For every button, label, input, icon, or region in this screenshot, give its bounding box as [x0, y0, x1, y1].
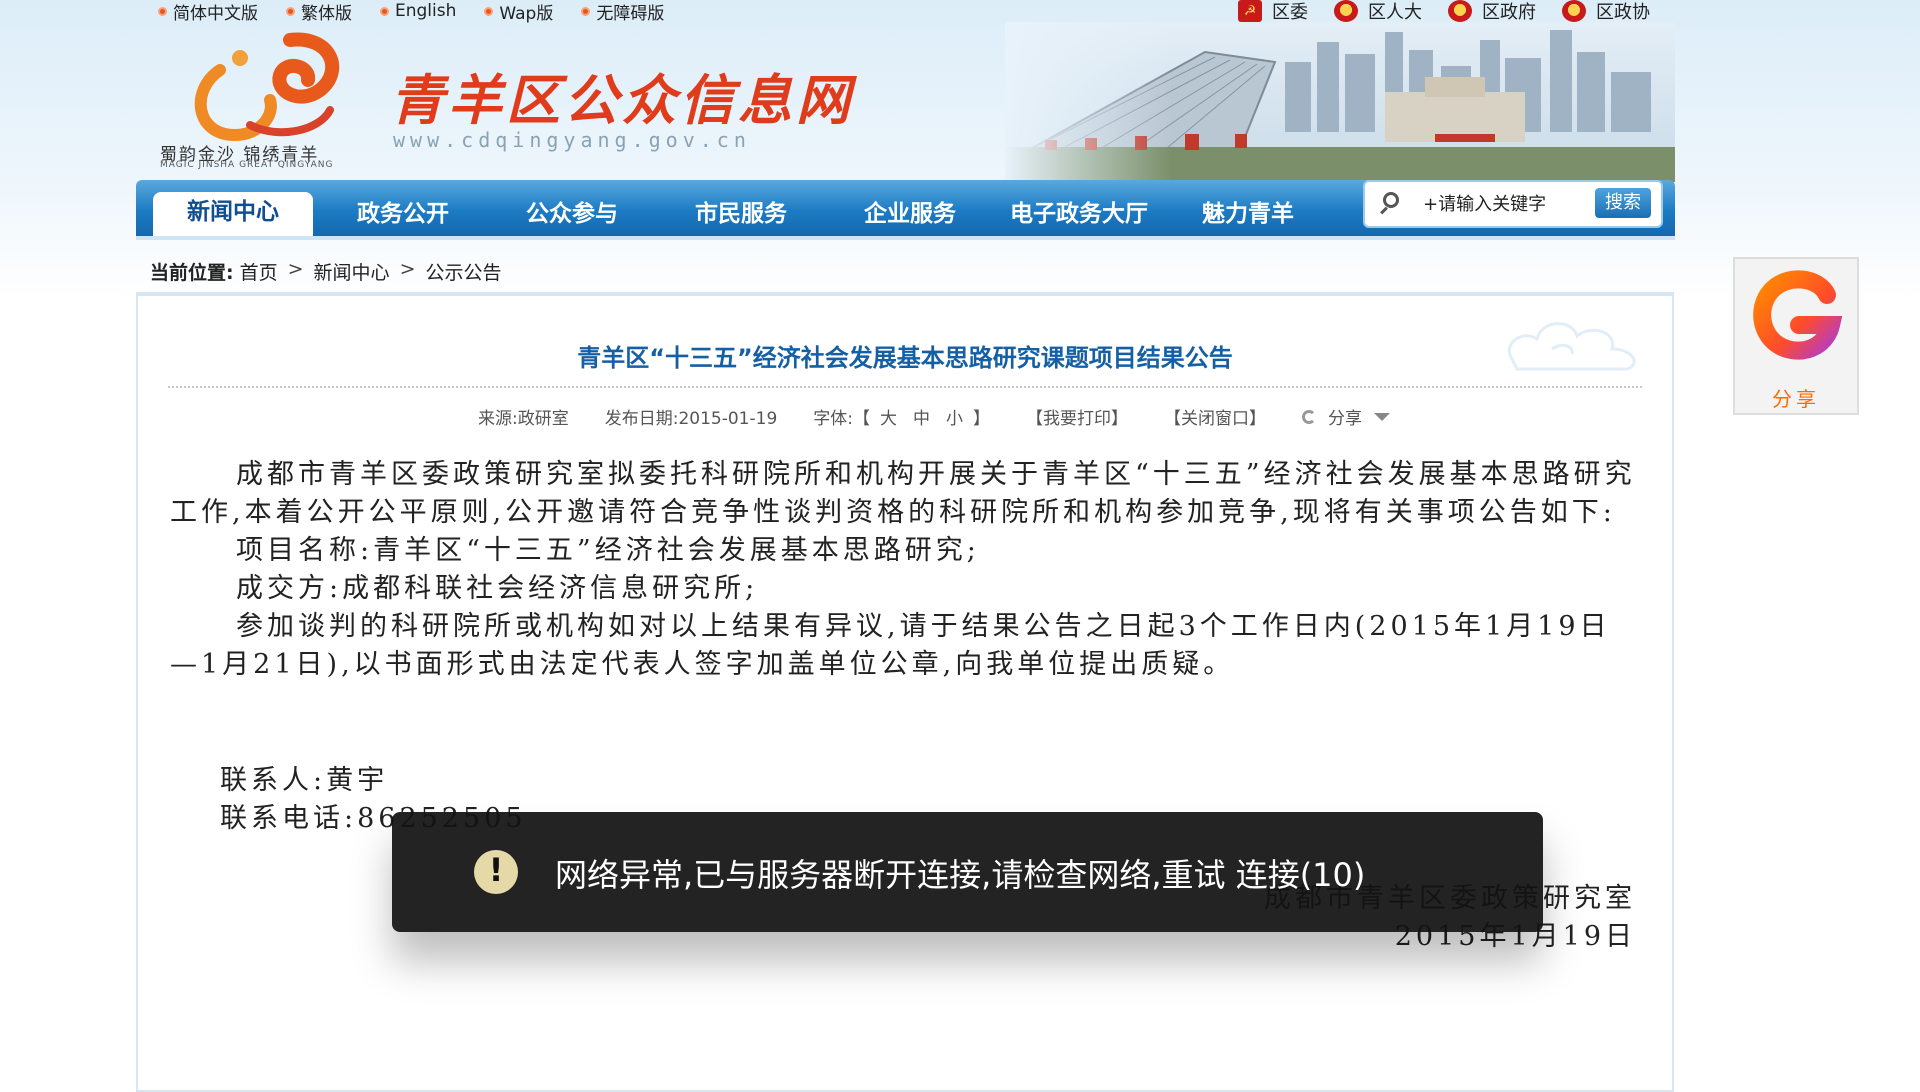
search-button[interactable]: 搜索 [1595, 188, 1651, 218]
close-window-button[interactable]: 【关闭窗口】 [1164, 404, 1266, 429]
org-link-congress[interactable]: 区人大 [1334, 0, 1422, 23]
national-emblem-icon [1334, 0, 1358, 22]
nav-enterprise-services[interactable]: 企业服务 [830, 194, 990, 236]
chevron-right-icon: > [399, 258, 416, 280]
chevron-down-icon [1374, 412, 1390, 421]
org-link-party-committee[interactable]: ☭ 区委 [1238, 0, 1308, 23]
bullet-icon [286, 6, 295, 16]
cppcc-emblem-icon [1562, 0, 1586, 22]
article-meta: 来源:政研室 发布日期:2015-01-19 字体:【 大 中 小 】 【我要打… [478, 404, 1390, 429]
breadcrumb: 当前位置: 首页 > 新闻中心 > 公示公告 [150, 258, 502, 285]
site-url: www.cdqingyang.gov.cn [393, 128, 751, 152]
site-logo[interactable] [180, 30, 350, 148]
font-size-small-button[interactable]: 小 [940, 404, 969, 429]
search-input[interactable] [1421, 190, 1585, 218]
breadcrumb-home[interactable]: 首页 [240, 258, 278, 285]
breadcrumb-news-center[interactable]: 新闻中心 [314, 258, 390, 285]
font-size-large-button[interactable]: 大 [874, 404, 903, 429]
print-button[interactable]: 【我要打印】 [1026, 404, 1128, 429]
article-title: 青羊区“十三五”经济社会发展基本思路研究课题项目结果公告 [577, 344, 1233, 372]
org-link-cppcc[interactable]: 区政协 [1562, 0, 1650, 23]
top-link-wap[interactable]: Wap版 [484, 0, 553, 24]
title-divider [168, 386, 1642, 388]
toast-message: 网络异常,已与服务器断开连接,请检查网络,重试 连接(10) [555, 856, 1366, 894]
share-logo-icon [1753, 270, 1843, 360]
breadcrumb-announcements[interactable]: 公示公告 [425, 258, 501, 285]
top-link-accessible[interactable]: 无障碍版 [581, 0, 664, 24]
article-date: 发布日期:2015-01-19 [604, 409, 778, 429]
search-icon [1383, 192, 1399, 208]
top-links: 简体中文版 繁体版 English Wap版 无障碍版 [158, 0, 664, 24]
nav-government-affairs[interactable]: 政务公开 [323, 194, 483, 236]
font-size-bracket: 】 [973, 409, 990, 429]
floating-share-button[interactable]: 分享 [1733, 257, 1859, 415]
font-size-medium-button[interactable]: 中 [907, 404, 936, 429]
party-emblem-icon: ☭ [1238, 0, 1262, 22]
share-dropdown[interactable]: 分享 [1302, 404, 1390, 429]
site-slogan-english: MAGIC JINSHA GREAT QINGYANG [160, 160, 334, 170]
article-paragraph: 成都市青羊区委政策研究室拟委托科研院所和机构开展关于青羊区“十三五”经济社会发展… [170, 459, 1636, 528]
bullet-icon [380, 6, 389, 16]
nav-news-center[interactable]: 新闻中心 [153, 192, 313, 236]
article-source: 来源:政研室 [478, 409, 569, 429]
top-link-english[interactable]: English [380, 0, 456, 22]
top-link-traditional[interactable]: 繁体版 [286, 0, 352, 24]
bullet-icon [484, 6, 494, 16]
chevron-right-icon: > [287, 258, 304, 280]
nav-e-government-hall[interactable]: 电子政务大厅 [999, 194, 1159, 236]
share-label: 分享 [1328, 409, 1362, 429]
site-title: 青羊区公众信息网 [390, 68, 854, 132]
contact-person: 联系人:黄宇 [220, 765, 389, 796]
org-link-government[interactable]: 区政府 [1448, 0, 1536, 23]
search-box: 搜索 [1363, 180, 1663, 228]
network-error-toast: ! 网络异常,已与服务器断开连接,请检查网络,重试 连接(10) [392, 812, 1543, 932]
header-banner-image [1005, 22, 1675, 182]
article-container: 青羊区“十三五”经济社会发展基本思路研究课题项目结果公告 来源:政研室 发布日期… [136, 292, 1674, 1092]
floating-share-label: 分享 [1772, 387, 1820, 411]
top-link-simplified[interactable]: 简体中文版 [158, 0, 258, 24]
font-size-label: 字体:【 [813, 409, 870, 429]
nav-citizen-services[interactable]: 市民服务 [661, 194, 821, 236]
nav-charm-qingyang[interactable]: 魅力青羊 [1168, 194, 1328, 236]
warning-icon: ! [474, 850, 518, 894]
article-paragraph: 参加谈判的科研院所或机构如对以上结果有异议,请于结果公告之日起3个工作日内(20… [170, 611, 1611, 680]
font-size-controls: 字体:【 大 中 小 】 [813, 404, 990, 429]
bullet-icon [581, 6, 591, 16]
nav-public-participation[interactable]: 公众参与 [492, 194, 652, 236]
national-emblem-icon [1448, 0, 1472, 22]
article-paragraph: 成交方:成都科联社会经济信息研究所; [236, 573, 759, 604]
org-links: ☭ 区委 区人大 区政府 区政协 [1238, 0, 1650, 23]
share-icon [1302, 409, 1316, 424]
article-body: 成都市青羊区委政策研究室拟委托科研院所和机构开展关于青羊区“十三五”经济社会发展… [170, 456, 1640, 684]
article-paragraph: 项目名称:青羊区“十三五”经济社会发展基本思路研究; [236, 535, 980, 566]
breadcrumb-label: 当前位置: [150, 262, 234, 284]
bullet-icon [158, 6, 167, 16]
